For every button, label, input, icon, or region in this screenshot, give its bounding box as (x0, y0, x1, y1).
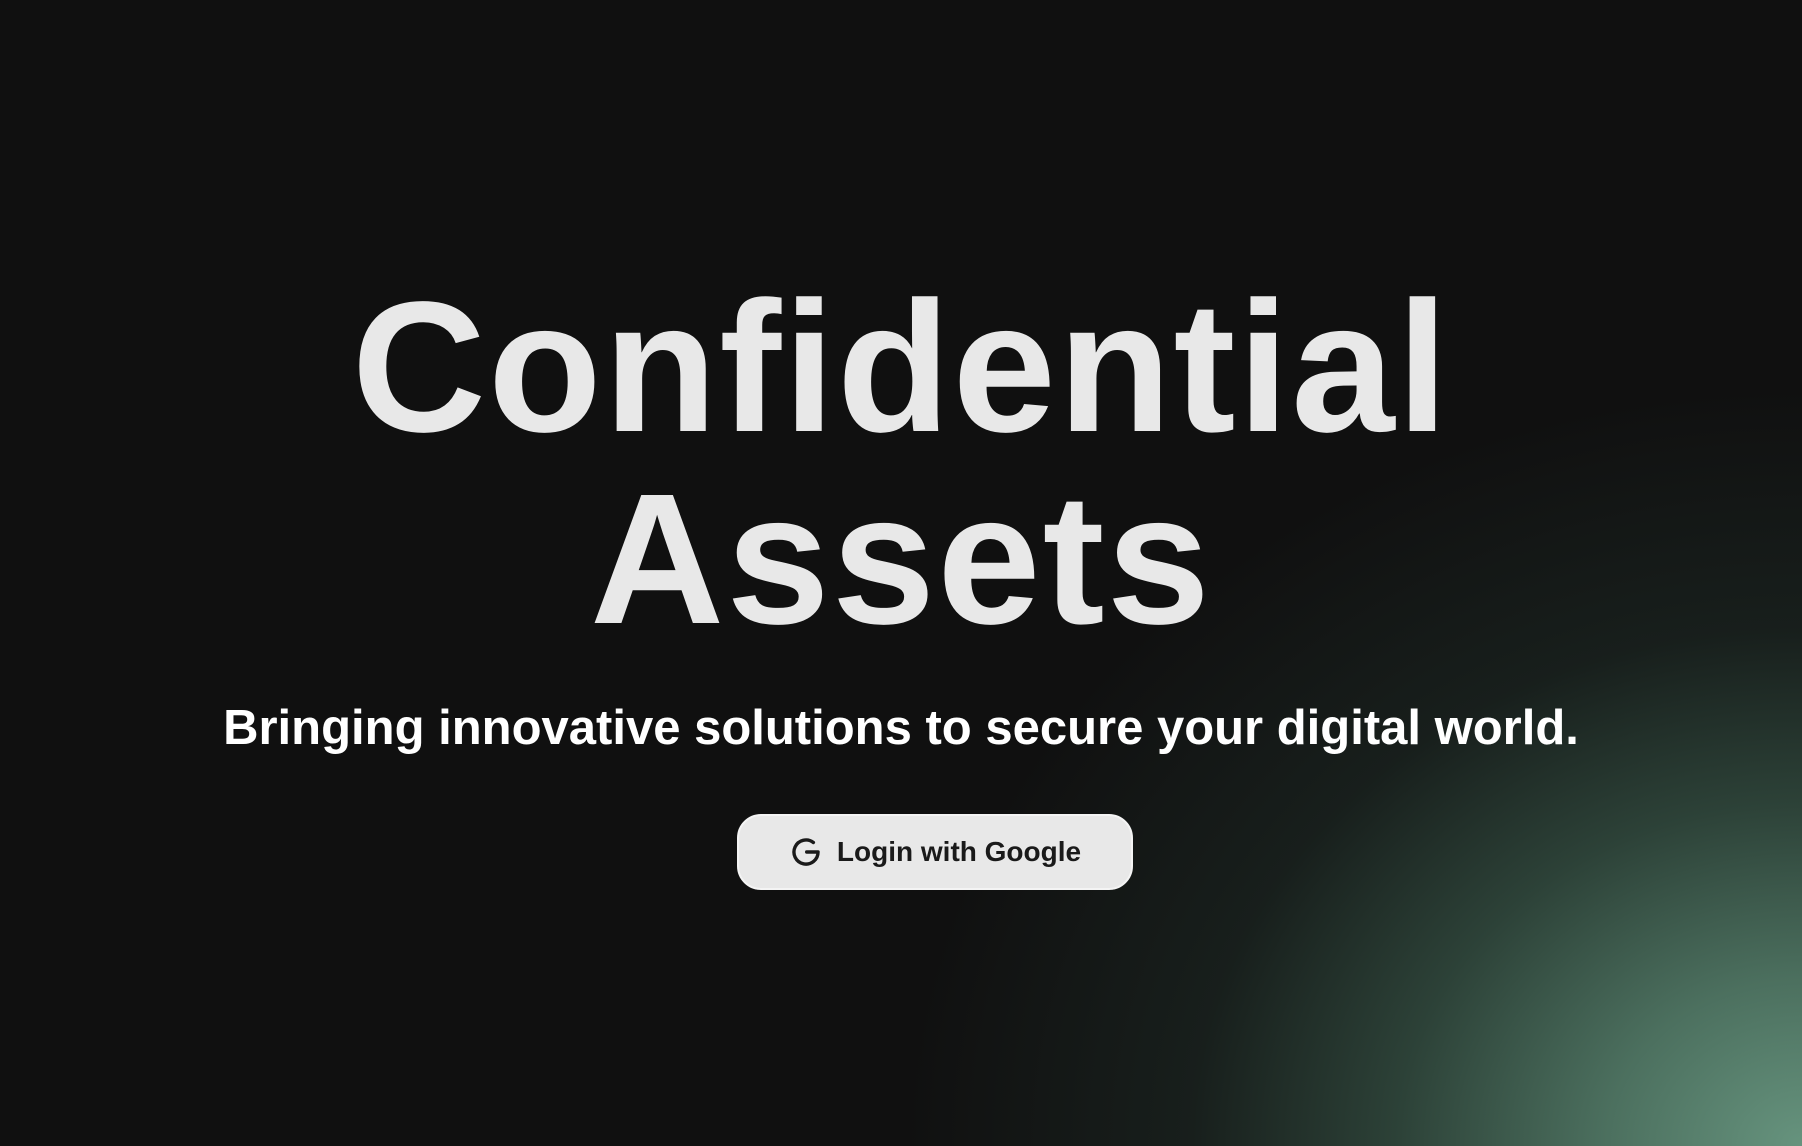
title-line-1: Confidential (351, 264, 1451, 471)
hero-section: Confidential Assets Bringing innovative … (0, 0, 1802, 1146)
google-icon (789, 835, 823, 869)
login-button-label: Login with Google (836, 836, 1082, 867)
tagline: Bringing innovative solutions to secure … (223, 701, 1579, 755)
page-title: Confidential Assets (0, 272, 1802, 656)
login-with-google-button[interactable]: Login with Google (737, 814, 1133, 890)
title-line-2: Assets (589, 456, 1213, 663)
